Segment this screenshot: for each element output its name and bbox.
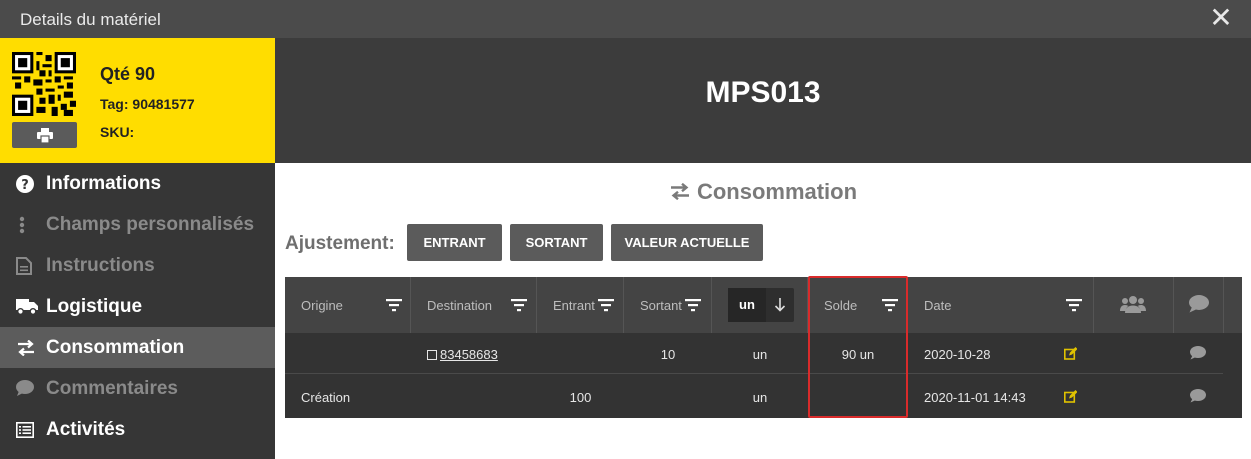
- cell-unit: un: [752, 390, 768, 405]
- document-icon: [16, 256, 46, 275]
- col-sortant[interactable]: Sortant: [624, 277, 712, 333]
- col-destination-label: Destination: [427, 298, 493, 313]
- col-date[interactable]: Date: [908, 277, 1094, 333]
- table-row: 83458683 10 un 90 un 2020-10-28: [285, 333, 1223, 374]
- entrant-button[interactable]: ENTRANT: [407, 224, 502, 261]
- sidebar-item-consommation[interactable]: Consommation: [0, 327, 275, 368]
- sidebar-item-instructions[interactable]: Instructions: [0, 245, 275, 286]
- print-button[interactable]: [12, 122, 77, 148]
- svg-text:?: ?: [21, 178, 29, 193]
- unit-selector-value: un: [728, 288, 766, 322]
- filter-icon[interactable]: [386, 298, 402, 312]
- close-icon[interactable]: ✕: [1209, 4, 1233, 32]
- sidebar-item-logistique[interactable]: Logistique: [0, 286, 275, 327]
- col-destination[interactable]: Destination: [411, 277, 537, 333]
- material-header: MPS013: [275, 38, 1251, 163]
- material-code: MPS013: [705, 76, 821, 109]
- cell-date: 2020-11-01 14:43: [924, 390, 1026, 405]
- col-date-label: Date: [924, 298, 952, 313]
- window-title: Details du matériel: [20, 10, 161, 29]
- sidebar-item-label: Consommation: [46, 336, 185, 358]
- material-details-window: Details du matériel ✕ Qté 90 Tag: 904815…: [0, 0, 1251, 459]
- cell-origine: Création: [301, 390, 351, 405]
- qr-code-icon: [12, 52, 76, 116]
- truck-icon: [16, 298, 46, 315]
- adjust-label: Ajustement:: [285, 233, 395, 254]
- left-panel: Qté 90 Tag: 90481577 SKU: ? Informations…: [0, 38, 275, 459]
- material-card: Qté 90 Tag: 90481577 SKU:: [0, 38, 275, 163]
- col-origine[interactable]: Origine: [285, 277, 411, 333]
- destination-link[interactable]: 83458683: [427, 347, 498, 362]
- col-entrant-label: Entrant: [553, 298, 595, 313]
- sidebar-item-label: Activités: [46, 418, 126, 440]
- unit-selector[interactable]: un: [728, 288, 794, 322]
- comment-icon[interactable]: [1190, 389, 1206, 403]
- list-icon: [16, 421, 46, 438]
- quantity-label: Qté 90: [100, 64, 156, 84]
- sidebar-nav: ? Informations Champs personnalisés Inst…: [0, 163, 275, 450]
- col-users[interactable]: [1094, 277, 1174, 333]
- col-sortant-label: Sortant: [640, 298, 682, 313]
- question-circle-icon: ?: [16, 174, 46, 193]
- title-bar: Details du matériel ✕: [0, 0, 1251, 38]
- comment-icon[interactable]: [1190, 346, 1206, 360]
- filter-icon[interactable]: [598, 298, 614, 312]
- table-header: Origine Destination Entrant Sortant un S…: [285, 277, 1242, 333]
- filter-icon[interactable]: [685, 298, 701, 312]
- edit-icon[interactable]: [1064, 347, 1077, 360]
- users-icon: [1120, 296, 1146, 313]
- cell-unit: un: [752, 347, 768, 362]
- arrow-down-icon[interactable]: [774, 298, 786, 312]
- sidebar-item-commentaires[interactable]: Commentaires: [0, 368, 275, 409]
- checkbox-icon: [427, 350, 437, 360]
- filter-icon[interactable]: [511, 298, 527, 312]
- vertical-dots-icon: [16, 216, 46, 234]
- current-value-button[interactable]: VALEUR ACTUELLE: [611, 224, 763, 261]
- col-comments[interactable]: [1174, 277, 1224, 333]
- sidebar-item-label: Informations: [46, 172, 162, 194]
- printer-icon: [36, 127, 53, 143]
- consumption-panel: Consommation Ajustement: ENTRANT SORTANT…: [275, 163, 1251, 459]
- cell-entrant: 100: [569, 390, 592, 405]
- sidebar-item-activites[interactable]: Activités: [0, 409, 275, 450]
- sortant-button[interactable]: SORTANT: [510, 224, 603, 261]
- sidebar-item-label: Logistique: [46, 295, 143, 317]
- section-title: Consommation: [275, 179, 1251, 205]
- comment-icon: [1189, 295, 1209, 313]
- sidebar-item-label: Instructions: [46, 254, 155, 276]
- col-origine-label: Origine: [301, 298, 343, 313]
- swap-arrows-icon: [670, 182, 689, 201]
- comment-icon: [16, 380, 46, 397]
- sku-label: SKU:: [100, 124, 135, 140]
- sidebar-item-label: Champs personnalisés: [46, 213, 255, 235]
- consumption-table: Origine Destination Entrant Sortant un S…: [285, 277, 1242, 418]
- sidebar-item-informations[interactable]: ? Informations: [0, 163, 275, 204]
- cell-destination: 83458683: [440, 347, 498, 362]
- cell-date: 2020-10-28: [924, 347, 991, 362]
- cell-sortant: 10: [660, 347, 676, 362]
- solde-highlight-box: [808, 276, 908, 418]
- tag-label: Tag: 90481577: [100, 96, 195, 112]
- sidebar-item-custom-fields[interactable]: Champs personnalisés: [0, 204, 275, 245]
- section-title-text: Consommation: [696, 179, 858, 204]
- sidebar-item-label: Commentaires: [46, 377, 178, 399]
- col-entrant[interactable]: Entrant: [537, 277, 624, 333]
- edit-icon[interactable]: [1064, 390, 1077, 403]
- filter-icon[interactable]: [1066, 298, 1082, 312]
- swap-arrows-icon: [16, 339, 46, 356]
- col-unit: un: [712, 277, 808, 333]
- table-row: Création 100 un 2020-11-01 14:43: [285, 374, 1223, 418]
